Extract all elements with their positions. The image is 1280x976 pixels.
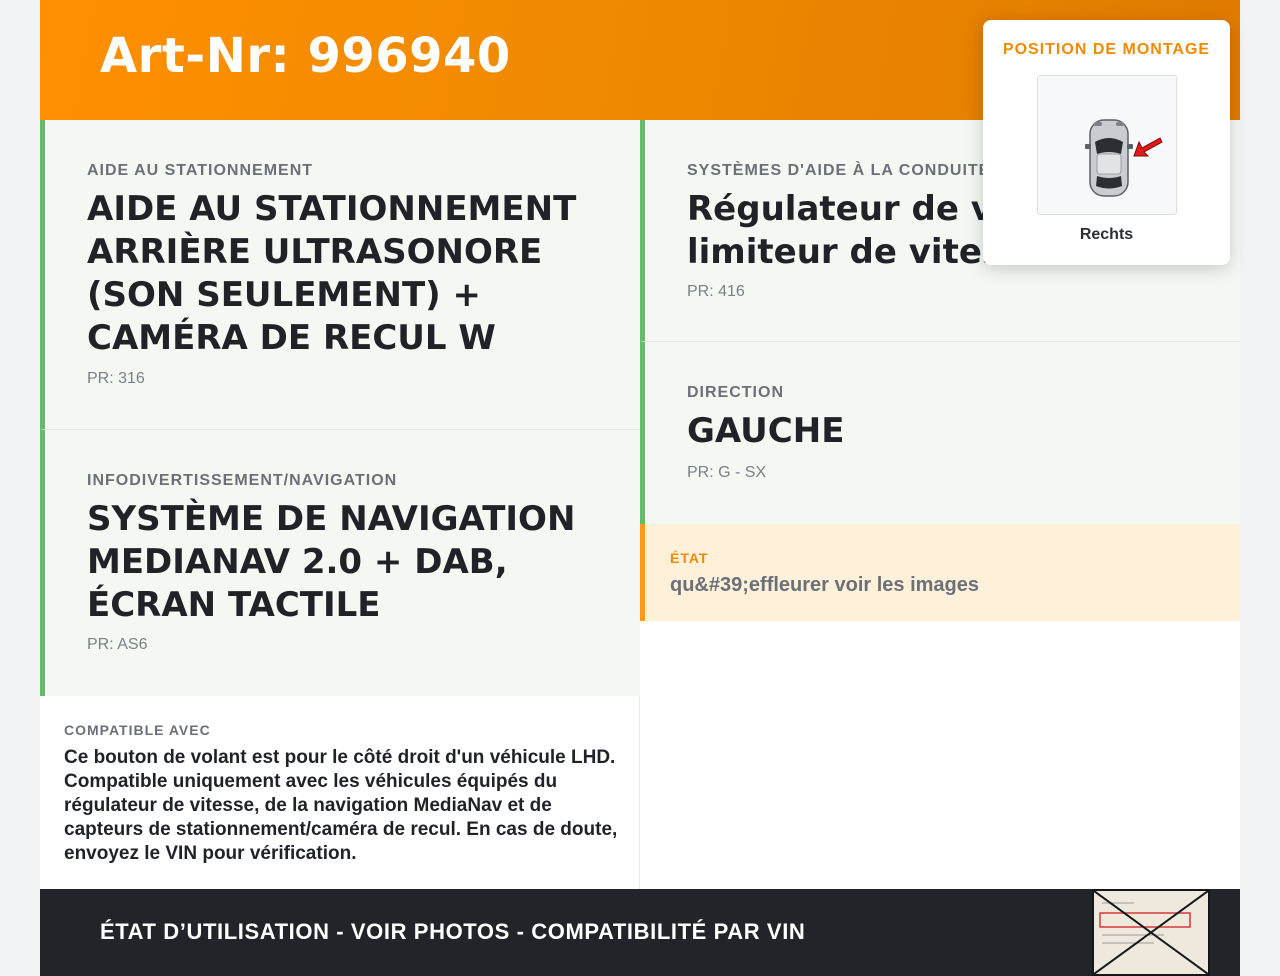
mounting-position-caption: Rechts bbox=[1079, 226, 1134, 243]
option-pr-code: PR: 416 bbox=[687, 283, 745, 300]
option-cell-navigation: INFODIVERTISSEMENT/NAVIGATION SYSTÈME DE… bbox=[40, 430, 640, 696]
compatibility-label: COMPATIBLE AVEC bbox=[64, 722, 211, 738]
option-category: SYSTÈMES D'AIDE À LA CONDUITE bbox=[687, 162, 991, 179]
empty-panel bbox=[640, 621, 1240, 889]
article-number-title: Art-Nr: 996940 bbox=[100, 28, 511, 84]
mounting-position-title: POSITION DE MONTAGE bbox=[1002, 41, 1211, 58]
mounting-position-popup: POSITION DE MONTAGE Rechts bbox=[983, 20, 1230, 265]
option-category: INFODIVERTISSEMENT/NAVIGATION bbox=[87, 472, 398, 489]
condition-label: ÉTAT bbox=[670, 550, 709, 566]
vin-plate-thumbnail[interactable] bbox=[1092, 889, 1210, 976]
condition-value: qu&#39;effleurer voir les images bbox=[670, 574, 980, 596]
option-pr-code: PR: 316 bbox=[87, 370, 145, 387]
option-value: GAUCHE bbox=[687, 411, 845, 451]
footer-bar: ÉTAT D’UTILISATION - VOIR PHOTOS - COMPA… bbox=[40, 889, 1240, 976]
option-pr-code: PR: AS6 bbox=[87, 636, 148, 653]
option-category: DIRECTION bbox=[687, 384, 784, 401]
vin-plate-image bbox=[1094, 891, 1208, 974]
condition-box: ÉTAT qu&#39;effleurer voir les images bbox=[640, 524, 1240, 621]
compatibility-box: COMPATIBLE AVEC Ce bouton de volant est … bbox=[40, 696, 640, 889]
option-cell-steering: DIRECTION GAUCHE PR: G - SX bbox=[640, 342, 1240, 524]
option-category: AIDE AU STATIONNEMENT bbox=[87, 162, 314, 179]
option-pr-code: PR: G - SX bbox=[687, 464, 767, 481]
option-value: SYSTÈME DE NAVIGATION MEDIANAV 2.0 + DAB… bbox=[87, 499, 576, 625]
option-value: AIDE AU STATIONNEMENT ARRIÈRE ULTRASONOR… bbox=[87, 189, 577, 358]
compatibility-text: Ce bouton de volant est pour le côté dro… bbox=[64, 747, 618, 864]
car-top-view-icon[interactable] bbox=[1037, 75, 1177, 215]
car-diagram bbox=[1085, 119, 1163, 197]
option-cell-parking: AIDE AU STATIONNEMENT AIDE AU STATIONNEM… bbox=[40, 120, 640, 430]
footer-text: ÉTAT D’UTILISATION - VOIR PHOTOS - COMPA… bbox=[100, 919, 806, 944]
